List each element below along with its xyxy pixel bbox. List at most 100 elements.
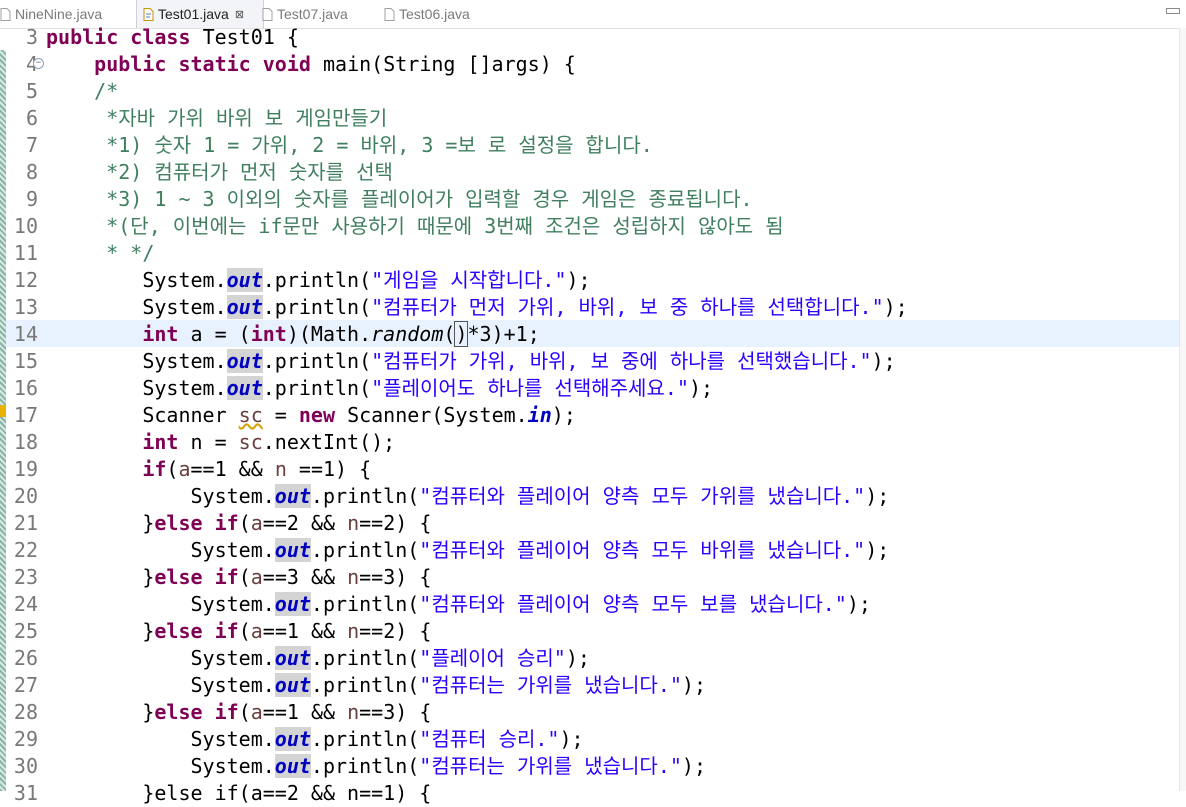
code-line: 5 /*: [0, 77, 1186, 104]
code-text: System.out.println("컴퓨터와 플레이어 양측 모두 보를 냈…: [190, 592, 871, 616]
line-number: 12: [13, 268, 38, 292]
code-line: 8 *2) 컴퓨터가 먼저 숫자를 선택: [0, 158, 1186, 185]
code-line: 25 }else if(a==1 && n==2) {: [0, 617, 1186, 644]
line-number: 27: [13, 673, 38, 697]
code-text: }else if(a==2 && n==2) {: [46, 511, 432, 535]
line-number: 21: [13, 511, 38, 535]
line-number: 22: [13, 538, 38, 562]
comment: *3) 1 ~ 3 이외의 숫자를 플레이어가 입력할 경우 게임은 종료됩니다…: [106, 187, 753, 211]
line-number: 24: [13, 592, 38, 616]
code-text: int n = sc.nextInt();: [142, 430, 396, 454]
tab-label: NineNine.java: [15, 6, 103, 22]
fold-collapse-icon[interactable]: −: [33, 58, 44, 69]
code-text: if(a==1 && n ==1) {: [142, 457, 372, 481]
code-line: 19 if(a==1 && n ==1) {: [0, 455, 1186, 482]
java-file-icon: [143, 7, 154, 21]
code-text: System.out.println("컴퓨터는 가위를 냈습니다.");: [190, 754, 706, 778]
vertical-scrollbar[interactable]: [1179, 28, 1186, 791]
code-text: Scanner sc = new Scanner(System.in);: [142, 403, 576, 427]
line-number: 17: [13, 403, 38, 427]
code-line: 6 *자바 가위 바위 보 게임만들기: [0, 104, 1186, 131]
line-number: 19: [13, 457, 38, 481]
code-line: 11 * */: [0, 239, 1186, 266]
line-number: 20: [13, 484, 38, 508]
tab-label: Test06.java: [399, 6, 470, 22]
current-code-line: 14 int a = (int)(Math.random()*3)+1;: [0, 320, 1186, 347]
code-line: 3 public class Test01 {: [0, 23, 1186, 50]
java-file-icon: [384, 7, 395, 21]
line-number: 28: [13, 700, 38, 724]
line-number: 9: [25, 187, 38, 211]
code-line: 26 System.out.println("플레이어 승리");: [0, 644, 1186, 671]
line-number: 7: [25, 133, 38, 157]
line-number: 13: [13, 295, 38, 319]
code-text: int a = (int)(Math.random()*3)+1;: [142, 321, 540, 347]
code-line: 10 *(단, 이번에는 if문만 사용하기 때문에 3번째 조건은 성립하지 …: [0, 212, 1186, 239]
code-text: System.out.println("게임을 시작합니다.");: [142, 268, 591, 292]
code-line: 20 System.out.println("컴퓨터와 플레이어 양측 모두 가…: [0, 482, 1186, 509]
java-file-icon: [262, 7, 273, 21]
code-line: 12 System.out.println("게임을 시작합니다.");: [0, 266, 1186, 293]
tab-label: Test01.java: [158, 6, 229, 22]
line-number: 31: [13, 781, 38, 805]
line-number: 26: [13, 646, 38, 670]
line-number: 10: [13, 214, 38, 238]
line-number: 6: [25, 106, 38, 130]
code-text: System.out.println("컴퓨터와 플레이어 양측 모두 가위를 …: [190, 484, 890, 508]
code-text: System.out.println("컴퓨터가 가위, 바위, 보 중에 하나…: [142, 349, 896, 373]
code-line: 31 }else if(a==2 && n==1) {: [0, 779, 1186, 806]
comment: *(단, 이번에는 if문만 사용하기 때문에 3번째 조건은 성립하지 않아도…: [106, 214, 784, 238]
code-line: 30 System.out.println("컴퓨터는 가위를 냈습니다.");: [0, 752, 1186, 779]
code-line: 29 System.out.println("컴퓨터 승리.");: [0, 725, 1186, 752]
code-line: 4 public static void main(String []args)…: [0, 50, 1186, 77]
code-text: System.out.println("컴퓨터는 가위를 냈습니다.");: [190, 673, 706, 697]
line-number: 3: [25, 25, 38, 49]
code-editor[interactable]: 3 public class Test01 { 4 public static …: [0, 23, 1186, 805]
code-text: System.out.println("플레이어 승리");: [190, 646, 590, 670]
comment: * */: [106, 241, 155, 265]
line-number: 25: [13, 619, 38, 643]
minimize-button[interactable]: [1166, 8, 1180, 14]
comment: *1) 숫자 1 = 가위, 2 = 바위, 3 =보 로 설정을 합니다.: [106, 133, 653, 157]
code-line: 15 System.out.println("컴퓨터가 가위, 바위, 보 중에…: [0, 347, 1186, 374]
code-line: 24 System.out.println("컴퓨터와 플레이어 양측 모두 보…: [0, 590, 1186, 617]
code-text: public class Test01 {: [46, 25, 299, 49]
code-line: 9 *3) 1 ~ 3 이외의 숫자를 플레이어가 입력할 경우 게임은 종료됩…: [0, 185, 1186, 212]
comment: *자바 가위 바위 보 게임만들기: [106, 106, 388, 130]
warning-marker-icon[interactable]: [0, 405, 6, 417]
line-number: 15: [13, 349, 38, 373]
line-number: 23: [13, 565, 38, 589]
line-number: 16: [13, 376, 38, 400]
code-text: System.out.println("플레이어도 하나를 선택해주세요.");: [142, 376, 714, 400]
line-number: 29: [13, 727, 38, 751]
code-line: 7 *1) 숫자 1 = 가위, 2 = 바위, 3 =보 로 설정을 합니다.: [0, 131, 1186, 158]
comment: *2) 컴퓨터가 먼저 숫자를 선택: [106, 160, 393, 184]
text-cursor: ): [454, 321, 469, 347]
comment: /*: [94, 79, 119, 103]
code-text: System.out.println("컴퓨터가 먼저 가위, 바위, 보 중 …: [142, 295, 908, 319]
line-number: 18: [13, 430, 38, 454]
line-number: 8: [25, 160, 38, 184]
code-line: 27 System.out.println("컴퓨터는 가위를 냈습니다.");: [0, 671, 1186, 698]
code-text: System.out.println("컴퓨터와 플레이어 양측 모두 바위를 …: [190, 538, 890, 562]
code-text: }else if(a==1 && n==2) {: [46, 619, 432, 643]
code-line: 22 System.out.println("컴퓨터와 플레이어 양측 모두 바…: [0, 536, 1186, 563]
line-number: 5: [25, 79, 38, 103]
code-text: }else if(a==3 && n==3) {: [46, 565, 432, 589]
close-icon[interactable]: ⊠: [235, 8, 244, 21]
line-number: 30: [13, 754, 38, 778]
code-text: public static void main(String []args) {: [94, 52, 576, 76]
tab-label: Test07.java: [277, 6, 348, 22]
code-line: 23 }else if(a==3 && n==3) {: [0, 563, 1186, 590]
change-ruler: [0, 50, 6, 791]
code-text: }else if(a==1 && n==3) {: [46, 700, 432, 724]
java-file-icon: [0, 7, 11, 21]
code-line: 21 }else if(a==2 && n==2) {: [0, 509, 1186, 536]
code-line: 16 System.out.println("플레이어도 하나를 선택해주세요.…: [0, 374, 1186, 401]
code-line: 18 int n = sc.nextInt();: [0, 428, 1186, 455]
line-number: 11: [13, 241, 38, 265]
code-line: 17 Scanner sc = new Scanner(System.in);: [0, 401, 1186, 428]
line-number: 14: [13, 322, 38, 346]
code-line: 28 }else if(a==1 && n==3) {: [0, 698, 1186, 725]
code-text: }else if(a==2 && n==1) {: [142, 781, 432, 805]
